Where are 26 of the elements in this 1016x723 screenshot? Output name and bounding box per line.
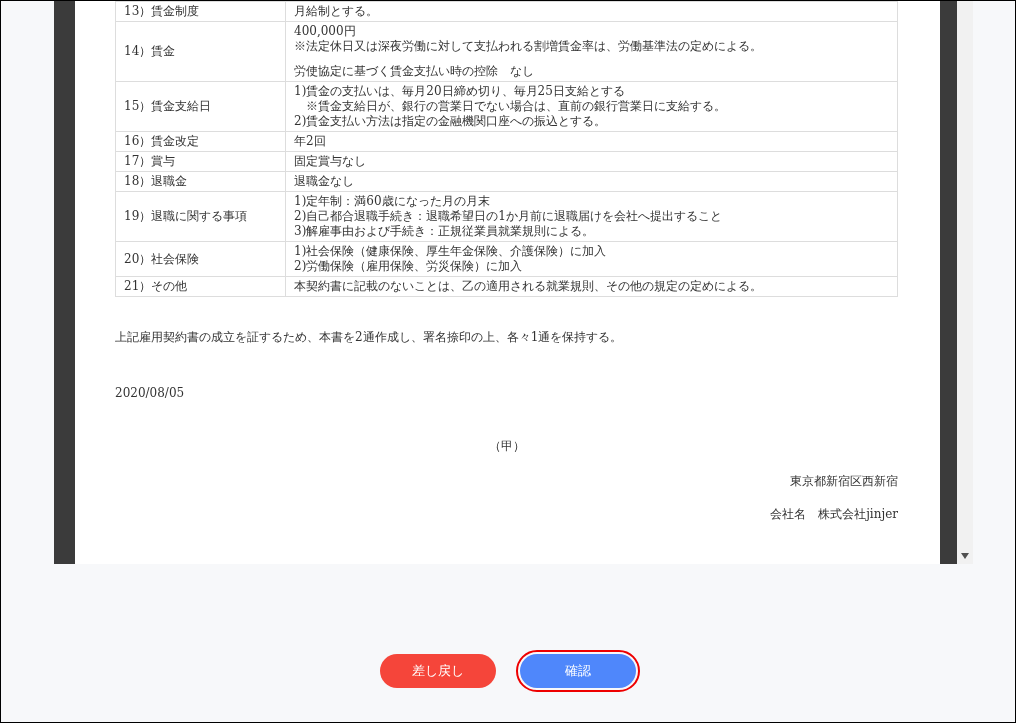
table-cell: 固定賞与なし	[285, 151, 898, 172]
table-cell: 1)定年制：満60歳になった月の月末 2)自己都合退職手続き：退職希望日の1か月前に退職届けを会社へ提出すること 3)解雇事由および手続き：正規従業員就業規則による。	[285, 191, 898, 242]
date-text: 2020/08/05	[115, 386, 186, 400]
table-cell: 月給制とする。	[285, 1, 898, 22]
table-cell: 1)社会保険（健康保険、厚生年金保険、介護保険）に加入 2)労働保険（雇用保険、労災保険）に加入	[285, 241, 898, 277]
table-cell: 21）その他	[115, 276, 286, 297]
table-cell: 17）賞与	[115, 151, 286, 172]
table-cell: 14）賃金	[115, 21, 286, 82]
table-cell: 16）賃金改定	[115, 131, 286, 152]
down-arrow-icon[interactable]	[961, 553, 969, 559]
table-cell: 13）賃金制度	[115, 1, 286, 22]
table-cell: 年2回	[285, 131, 898, 152]
company-name: 会社名 株式会社jinjer	[770, 506, 898, 523]
table-cell: 19）退職に関する事項	[115, 191, 286, 242]
reject-button[interactable]: 差し戻し	[380, 654, 496, 688]
table-cell: 1)賃金の支払いは、毎月20日締め切り、毎月25日支給とする ※賃金支給日が、銀行の営業日でない場合は、直前の銀行営業日に支給する。 2)賃金支払い方法は指定の金融機関口座への振込とする。	[285, 81, 898, 132]
address-text: 東京都新宿区西新宿	[790, 473, 898, 490]
table-cell: 本契約書に記載のないことは、乙の適用される就業規則、その他の規定の定めによる。	[285, 276, 898, 297]
table-cell: 18）退職金	[115, 171, 286, 192]
table-cell: 15）賃金支給日	[115, 81, 286, 132]
party-label: （甲）	[488, 438, 525, 455]
table-cell: 退職金なし	[285, 171, 898, 192]
statement-text: 上記雇用契約書の成立を証するため、本書を2通作成し、署名捺印の上、各々1通を保持する。	[115, 329, 624, 346]
table-cell: 400,000円 ※法定休日又は深夜労働に対して支払われる割増賃金率は、労働基準法の定めによる。 労使協定に基づく賃金支払い時の控除 なし	[285, 21, 898, 82]
table-cell: 20）社会保険	[115, 241, 286, 277]
scrollbar[interactable]	[957, 1, 973, 564]
